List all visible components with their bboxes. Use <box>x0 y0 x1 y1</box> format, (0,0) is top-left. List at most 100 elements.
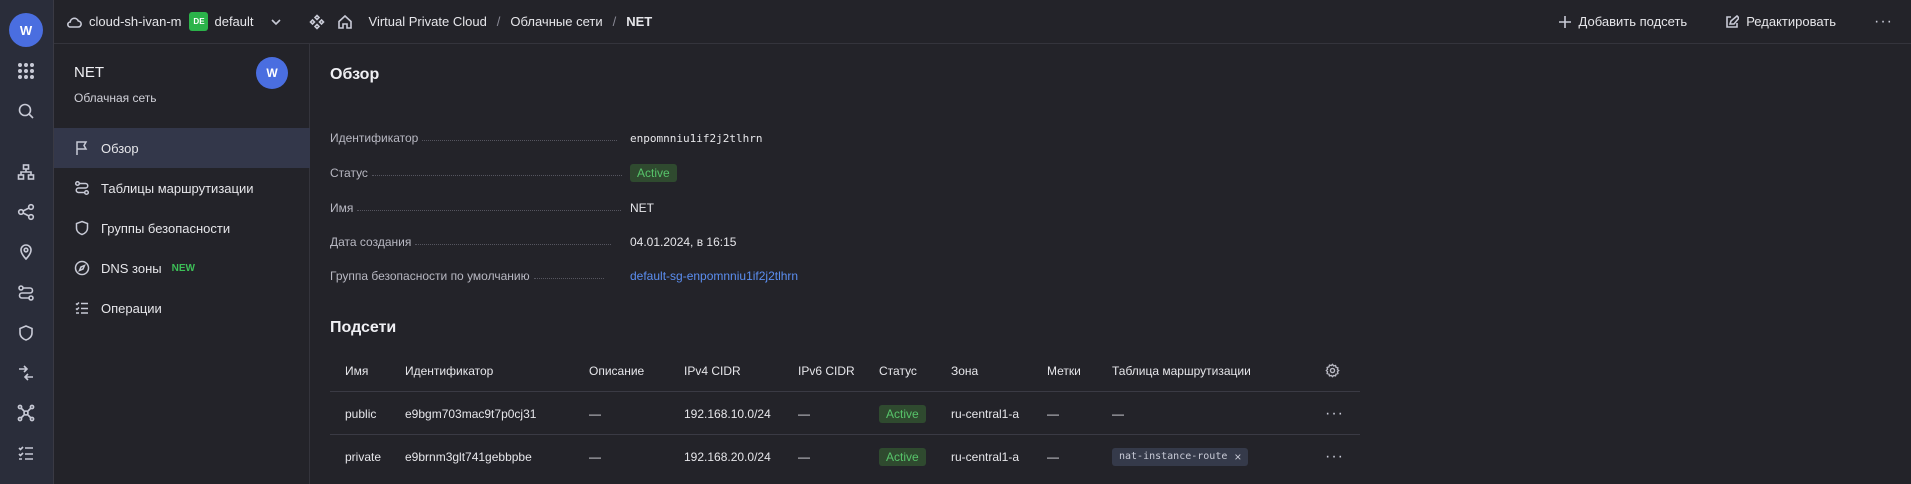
subnet-ipv4: 192.168.10.0/24 <box>684 406 771 421</box>
subnet-name[interactable]: public <box>345 392 376 435</box>
sidebar-item-security-groups[interactable]: Группы безопасности <box>54 208 310 248</box>
main-content: Обзор Идентификатор enpomnniu1if2j2tlhrn… <box>330 44 1911 484</box>
gear-icon <box>1325 363 1340 378</box>
plus-icon <box>1558 15 1571 28</box>
column-header[interactable]: Таблица маршрутизации <box>1112 349 1251 392</box>
top-header: cloud-sh-ivan-m DE default Virtual Priva… <box>54 0 1911 44</box>
column-header[interactable]: Идентификатор <box>405 349 493 392</box>
subnet-id: e9brnm3glt741gebbpbe <box>405 449 532 464</box>
sidebar-item-overview[interactable]: Обзор <box>54 128 310 168</box>
cloud-name: cloud-sh-ivan-m <box>89 14 182 29</box>
subnet-ipv6: — <box>798 406 810 421</box>
table-row[interactable]: private e9brnm3glt741gebbpbe — 192.168.2… <box>330 435 1360 478</box>
cloud-icon <box>66 14 82 30</box>
prop-security-group: Группа безопасности по умолчанию default… <box>330 266 1000 286</box>
table-settings-button[interactable] <box>1325 349 1340 392</box>
row-actions-button[interactable]: ··· <box>1325 392 1344 435</box>
edit-label: Редактировать <box>1746 14 1837 29</box>
subnet-name[interactable]: private <box>345 435 381 478</box>
home-button[interactable] <box>337 14 353 30</box>
chevron-down-icon <box>268 14 284 30</box>
route-table-name: nat-instance-route <box>1119 451 1228 462</box>
breadcrumb-networks[interactable]: Облачные сети <box>510 14 602 29</box>
sidebar-item-dns-zones[interactable]: DNS зоны NEW <box>54 248 310 288</box>
network-subtitle: Облачная сеть <box>74 91 157 105</box>
prop-status: Статус Active <box>330 163 1000 183</box>
prop-label: Дата создания <box>330 235 412 249</box>
subnets-title: Подсети <box>330 319 397 336</box>
column-header[interactable]: IPv6 CIDR <box>798 349 855 392</box>
subnet-ipv4: 192.168.20.0/24 <box>684 449 771 464</box>
remove-tag-icon[interactable]: × <box>1234 450 1241 464</box>
edit-button[interactable]: Редактировать <box>1725 14 1836 29</box>
sidebar-item-operations[interactable]: Операции <box>54 288 310 328</box>
add-subnet-label: Добавить подсеть <box>1578 14 1688 29</box>
breadcrumb-separator: / <box>612 14 617 29</box>
row-actions-button[interactable]: ··· <box>1325 435 1344 478</box>
routes-icon[interactable] <box>13 280 39 306</box>
folder-selector[interactable]: DE default <box>181 12 283 31</box>
subnet-labels: — <box>1047 449 1059 464</box>
vpc-service-icon <box>308 13 325 30</box>
location-pin-icon[interactable] <box>13 239 39 265</box>
share-icon[interactable] <box>13 199 39 225</box>
more-actions-button[interactable]: ··· <box>1874 13 1893 31</box>
status-badge: Active <box>630 164 677 182</box>
sidebar-item-label: Обзор <box>101 140 139 156</box>
prop-created: Дата создания 04.01.2024, в 16:15 <box>330 232 1000 252</box>
cloud-selector[interactable]: cloud-sh-ivan-m <box>66 14 181 30</box>
apps-grid-icon[interactable] <box>13 58 39 84</box>
subnet-ipv6: — <box>798 449 810 464</box>
network-topology-icon[interactable] <box>13 159 39 185</box>
service-icon[interactable] <box>308 13 325 30</box>
checklist-icon[interactable] <box>13 440 39 466</box>
table-row[interactable]: public e9bgm703mac9t7p0cj31 — 192.168.10… <box>330 392 1360 435</box>
prop-label: Идентификатор <box>330 131 419 145</box>
search-icon[interactable] <box>13 98 39 124</box>
dotted-leader <box>415 243 612 245</box>
column-header[interactable]: Статус <box>879 349 917 392</box>
sidebar-item-label: Таблицы маршрутизации <box>101 180 254 196</box>
column-header[interactable]: Имя <box>345 349 368 392</box>
route-table-tag[interactable]: nat-instance-route × <box>1112 447 1249 466</box>
table-header: Имя Идентификатор Описание IPv4 CIDR IPv… <box>330 349 1360 392</box>
network-title: NET <box>74 64 104 81</box>
shield-icon[interactable] <box>13 320 39 346</box>
breadcrumb-current: NET <box>626 14 653 29</box>
dotted-leader <box>422 139 618 141</box>
service-avatar: W <box>256 57 288 89</box>
subnet-description: — <box>589 449 601 464</box>
prop-id: Идентификатор enpomnniu1if2j2tlhrn <box>330 128 1000 148</box>
prop-name: Имя NET <box>330 198 1000 218</box>
subnet-route-table: — <box>1112 406 1124 421</box>
sidebar-item-label: Группы безопасности <box>101 220 231 236</box>
shield-icon <box>75 220 89 236</box>
dotted-leader <box>533 277 604 279</box>
nodes-icon[interactable] <box>13 400 39 426</box>
add-subnet-button[interactable]: Добавить подсеть <box>1558 14 1688 29</box>
status-badge: Active <box>879 447 926 466</box>
arrows-in-icon[interactable] <box>13 360 39 386</box>
breadcrumb-vpc[interactable]: Virtual Private Cloud <box>369 14 487 29</box>
column-header[interactable]: IPv4 CIDR <box>684 349 741 392</box>
edit-icon <box>1726 14 1740 28</box>
cloud-logo[interactable]: W <box>9 13 43 47</box>
sidebar: NET Облачная сеть W Обзор Таблицы маршру… <box>54 44 310 484</box>
column-header[interactable]: Описание <box>589 349 644 392</box>
subnet-zone: ru-central1-a <box>951 449 1020 464</box>
sidebar-item-route-tables[interactable]: Таблицы маршрутизации <box>54 168 310 208</box>
column-header[interactable]: Зона <box>951 349 978 392</box>
default-security-group-link[interactable]: default-sg-enpomnniu1if2j2tlhrn <box>630 269 798 283</box>
env-badge: DE <box>189 12 209 31</box>
folder-name: default <box>214 14 254 29</box>
sidebar-item-label: Операции <box>101 300 162 316</box>
network-id[interactable]: enpomnniu1if2j2tlhrn <box>630 132 762 145</box>
dotted-leader <box>371 174 622 176</box>
home-icon <box>337 14 353 30</box>
network-name: NET <box>630 201 654 215</box>
column-header[interactable]: Метки <box>1047 349 1081 392</box>
subnet-description: — <box>589 406 601 421</box>
prop-label: Группа безопасности по умолчанию <box>330 269 530 283</box>
list-icon <box>75 301 88 314</box>
subnet-id: e9bgm703mac9t7p0cj31 <box>405 406 537 421</box>
